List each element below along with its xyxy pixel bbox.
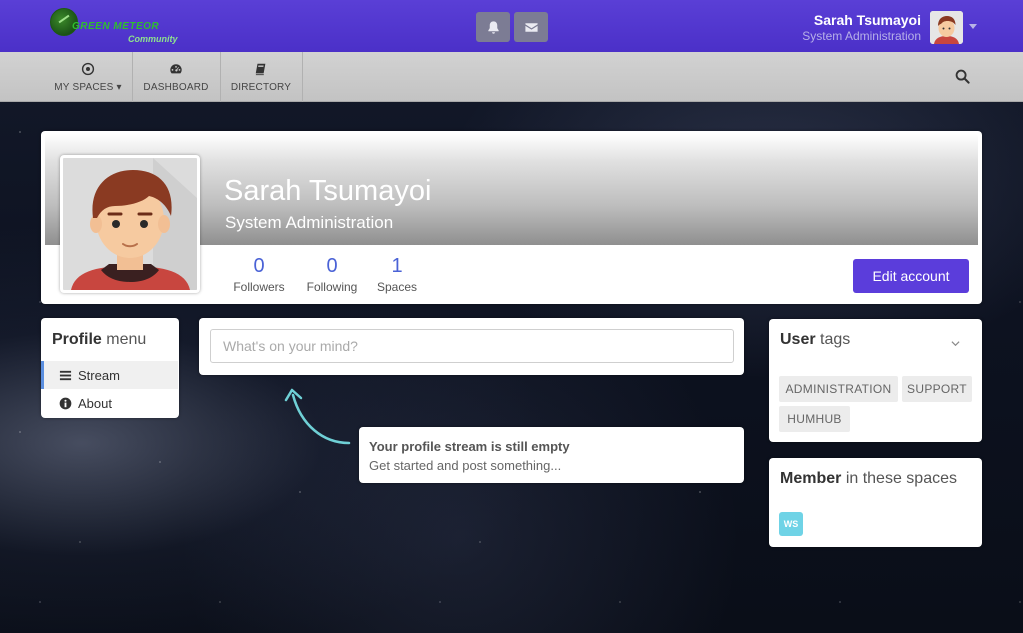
profile-avatar[interactable]	[60, 155, 200, 293]
bell-icon	[487, 20, 499, 34]
info-circle-icon	[59, 397, 72, 409]
envelope-icon	[524, 22, 538, 32]
tag-support[interactable]: SUPPORT	[902, 376, 972, 402]
profile-header-card: Sarah Tsumayoi System Administration 0 F…	[41, 131, 982, 304]
stat-following[interactable]: 0 Following	[303, 255, 361, 294]
header-avatar[interactable]	[930, 11, 963, 44]
nav-divider	[302, 52, 303, 102]
member-spaces-panel: Member in these spaces WS	[769, 458, 982, 547]
edit-account-button[interactable]: Edit account	[853, 259, 969, 293]
menu-item-about[interactable]: About	[41, 389, 178, 417]
target-icon	[81, 62, 95, 75]
space-badge-ws[interactable]: WS	[779, 512, 803, 536]
stat-spaces[interactable]: 1 Spaces	[375, 255, 419, 294]
header-user-name[interactable]: Sarah Tsumayoi	[814, 12, 921, 28]
empty-stream-title: Your profile stream is still empty	[369, 439, 570, 454]
empty-stream-subtitle: Get started and post something...	[369, 458, 562, 473]
profile-title: System Administration	[225, 213, 394, 232]
nav-directory[interactable]: DIRECTORY	[225, 52, 297, 102]
site-logo[interactable]: GREEN METEOR Community	[48, 8, 198, 48]
empty-stream-notice: Your profile stream is still empty Get s…	[359, 427, 744, 483]
tag-humhub[interactable]: HUMHUB	[779, 406, 850, 432]
member-spaces-title: Member in these spaces	[780, 470, 957, 487]
header-user-title[interactable]: System Administration	[802, 29, 921, 43]
nav-dashboard-label: DASHBOARD	[143, 81, 209, 93]
stat-spaces-value: 1	[391, 255, 403, 277]
stat-following-label: Following	[306, 280, 358, 294]
search-icon[interactable]	[955, 69, 970, 84]
stat-spaces-label: Spaces	[376, 280, 418, 294]
menu-item-stream-label: Stream	[78, 367, 120, 383]
messages-button[interactable]	[514, 12, 548, 42]
stat-following-value: 0	[326, 255, 338, 277]
post-composer-panel	[199, 318, 744, 375]
user-tags-title: User tags	[780, 331, 851, 348]
chevron-down-icon[interactable]	[951, 339, 960, 348]
main-navbar: MY SPACES ▾ DASHBOARD DIRECTORY	[0, 52, 1023, 102]
post-composer-input[interactable]	[210, 329, 734, 363]
profile-menu-title: Profile menu	[52, 331, 147, 348]
stat-followers[interactable]: 0 Followers	[231, 255, 287, 294]
user-tags-panel: User tags ADMINISTRATION SUPPORT HUMHUB	[769, 319, 982, 442]
top-header: GREEN METEOR Community Sarah Tsumayoi Sy…	[0, 0, 1023, 52]
gauge-icon	[170, 63, 182, 73]
menu-item-about-label: About	[78, 395, 112, 411]
profile-avatar-image	[63, 158, 197, 290]
nav-divider	[220, 52, 221, 102]
logo-community-text: Community	[128, 34, 178, 44]
nav-my-spaces-label: MY SPACES ▾	[54, 81, 122, 93]
profile-menu-panel: Profile menu Stream About	[41, 318, 179, 418]
nav-directory-label: DIRECTORY	[230, 81, 292, 93]
stat-followers-label: Followers	[233, 280, 285, 294]
bars-icon	[59, 370, 72, 380]
nav-divider	[132, 52, 133, 102]
book-icon	[255, 63, 266, 75]
tag-administration[interactable]: ADMINISTRATION	[779, 376, 898, 402]
notifications-button[interactable]	[476, 12, 510, 42]
nav-my-spaces[interactable]: MY SPACES ▾	[48, 52, 128, 102]
user-dropdown-caret-icon[interactable]	[969, 24, 977, 29]
logo-brand-text: GREEN METEOR	[72, 21, 160, 32]
stat-followers-value: 0	[253, 255, 265, 277]
curved-arrow-icon	[284, 388, 351, 445]
nav-dashboard[interactable]: DASHBOARD	[137, 52, 215, 102]
user-avatar-icon	[930, 11, 963, 44]
menu-item-stream[interactable]: Stream	[41, 361, 178, 389]
profile-name: Sarah Tsumayoi	[224, 175, 432, 207]
